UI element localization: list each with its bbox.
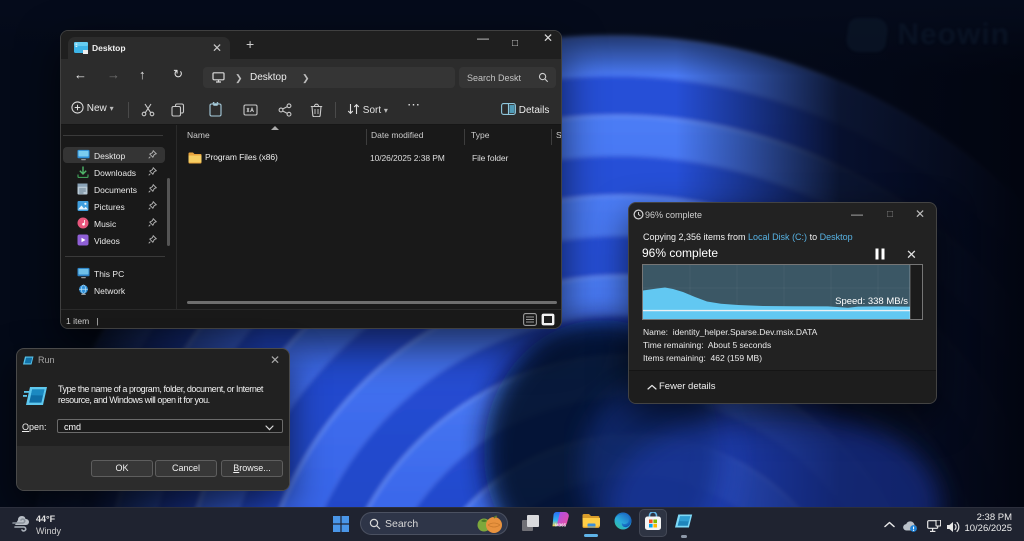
svg-text:M365: M365 bbox=[555, 523, 567, 528]
svg-text:Speed: 338 MB/s: Speed: 338 MB/s bbox=[835, 296, 908, 307]
